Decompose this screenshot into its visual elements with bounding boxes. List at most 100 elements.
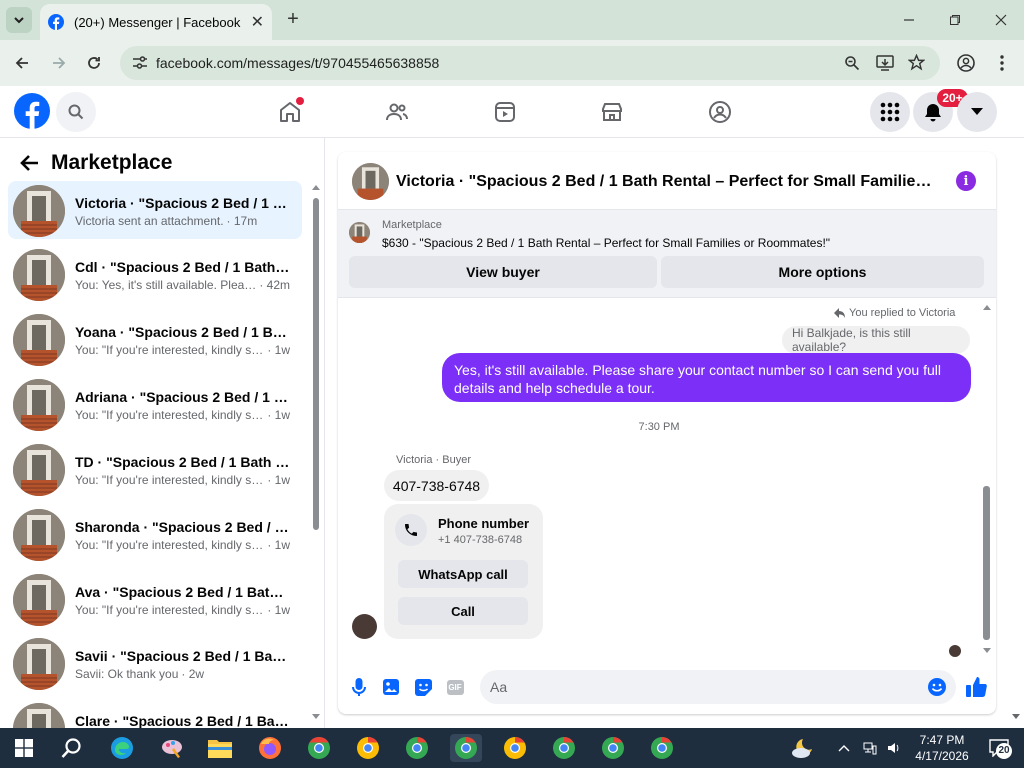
nav-groups-button[interactable] [700,94,740,130]
back-button[interactable] [10,51,34,75]
back-to-chats-button[interactable] [16,150,42,176]
minimize-button[interactable] [896,8,922,32]
chat-header-title[interactable]: Victoria · "Spacious 2 Bed / 1 Bath Rent… [396,173,936,191]
nav-marketplace-button[interactable] [592,94,632,130]
taskbar-firefox-button[interactable] [254,734,286,762]
voice-clip-button[interactable] [348,676,370,698]
tab-close-icon[interactable]: ✕ [251,12,264,32]
listing-line[interactable]: $630 - "Spacious 2 Bed / 1 Bath Rental –… [382,236,982,250]
network-icon [863,742,877,755]
attach-photo-button[interactable] [380,676,402,698]
message-input[interactable]: Aa [480,670,956,704]
grid-menu-icon [880,102,900,122]
conversation-item[interactable]: Cdl · "Spacious 2 Bed / 1 Bath Rental – … [8,245,302,303]
conversation-preview: You: "If you're interested, kindly share… [75,603,265,617]
zoom-icon[interactable] [844,55,860,71]
sticker-button[interactable] [412,676,434,698]
browser-tab-messenger[interactable]: (20+) Messenger | Facebook ✕ [40,4,272,40]
browser-tab-bar: (20+) Messenger | Facebook ✕ + [0,0,1024,40]
notification-center-button[interactable]: 20 [984,734,1014,762]
conversation-list-scrollbar[interactable] [311,184,321,724]
show-hidden-icons-button[interactable] [832,734,856,762]
browser-menu-button[interactable] [990,51,1014,75]
conversation-item[interactable]: Victoria · "Spacious 2 Bed / 1 Bath Rent… [8,181,302,239]
conversation-preview: You: "If you're interested, kindly share… [75,408,265,422]
page-scroll-down-icon[interactable] [1012,714,1020,720]
gif-button[interactable]: GIF [444,676,466,698]
taskbar-chrome-3-button[interactable] [401,734,433,762]
weather-widget[interactable] [786,734,818,762]
profile-button[interactable] [954,51,978,75]
outgoing-message[interactable]: Yes, it's still available. Please share … [442,353,971,402]
taskbar-app-button[interactable] [156,734,188,762]
close-window-button[interactable] [988,8,1014,32]
taskbar-chrome-1-button[interactable] [303,734,335,762]
thread-scrollbar-thumb[interactable] [983,486,990,640]
facebook-search-button[interactable] [56,92,96,132]
taskbar-chrome-7-button[interactable] [597,734,629,762]
conversation-info-button[interactable]: i [956,171,976,191]
listing-photo-icon [13,509,65,561]
view-buyer-button[interactable]: View buyer [349,256,657,288]
scroll-up-icon[interactable] [312,184,320,190]
conversation-item[interactable]: Yoana · "Spacious 2 Bed / 1 Bath Rental … [8,310,302,368]
emoji-icon[interactable] [928,678,946,696]
close-icon [995,14,1007,26]
url-text: facebook.com/messages/t/970455465638858 [156,55,440,71]
site-info-icon[interactable] [132,56,148,70]
taskbar-file-explorer-button[interactable] [204,734,236,762]
scrollbar-thumb[interactable] [313,198,319,530]
taskbar-chrome-2-button[interactable] [352,734,384,762]
like-send-button[interactable] [964,675,988,699]
reload-button[interactable] [82,51,106,75]
scroll-down-icon[interactable] [312,714,320,720]
conversation-item[interactable]: Sharonda · "Spacious 2 Bed / 1 Bath Rent… [8,505,302,563]
listing-thumbnail[interactable] [349,222,370,243]
conversation-preview-row: You: "If you're interested, kindly share… [75,343,290,357]
taskbar-chrome-6-button[interactable] [548,734,580,762]
thread-scroll-up-icon[interactable] [983,304,991,310]
incoming-phone-message[interactable]: 407-738-6748 [384,470,489,501]
taskbar-chrome-4-button[interactable] [450,734,482,762]
bookmark-star-icon[interactable] [908,54,925,71]
nav-home-button[interactable] [270,94,310,130]
forward-button[interactable] [47,51,71,75]
start-button[interactable] [8,734,40,762]
more-options-button[interactable]: More options [661,256,984,288]
conversation-item[interactable]: Savii · "Spacious 2 Bed / 1 Bath Rental … [8,634,302,692]
nav-video-button[interactable] [485,94,525,130]
new-tab-button[interactable]: + [282,8,304,30]
quoted-message[interactable]: Hi Balkjade, is this still available? [782,326,970,354]
taskbar-edge-button[interactable] [106,734,138,762]
conversation-time: · 1w [267,538,290,552]
conversation-item[interactable]: Adriana · "Spacious 2 Bed / 1 Bath Renta… [8,375,302,433]
restore-button[interactable] [942,8,968,32]
network-tray-button[interactable] [858,734,882,762]
install-app-icon[interactable] [876,55,894,71]
tab-search-button[interactable] [6,7,32,33]
chevron-down-icon [14,17,24,24]
whatsapp-call-button[interactable]: WhatsApp call [398,560,528,588]
facebook-logo-icon[interactable] [14,93,50,129]
account-menu-button[interactable] [957,92,997,132]
clock[interactable]: 7:47 PM 4/17/2026 [910,732,974,764]
taskbar-chrome-8-button[interactable] [646,734,678,762]
nav-friends-button[interactable] [377,94,417,130]
conversation-item[interactable]: TD · "Spacious 2 Bed / 1 Bath Rental – P… [8,440,302,498]
buyer-avatar[interactable] [352,614,377,639]
arrow-left-icon [15,57,28,69]
call-button[interactable]: Call [398,597,528,625]
chat-header-avatar[interactable] [352,163,389,200]
conversation-item[interactable]: Ava · "Spacious 2 Bed / 1 Bath Rental – … [8,570,302,628]
address-bar[interactable]: facebook.com/messages/t/970455465638858 [120,46,940,80]
listing-photo-icon [13,638,65,690]
taskbar-chrome-5-button[interactable] [499,734,531,762]
taskbar-search-button[interactable] [56,734,88,762]
volume-tray-button[interactable] [882,734,906,762]
thread-scroll-down-icon[interactable] [983,648,991,654]
phone-number-card[interactable]: Phone number +1 407-738-6748 WhatsApp ca… [384,504,543,639]
menu-grid-button[interactable] [870,92,910,132]
caret-down-icon [971,108,983,115]
conversation-preview-row: Savii: Ok thank you · 2w [75,667,290,681]
facebook-top-nav: 20+ [0,86,1024,138]
